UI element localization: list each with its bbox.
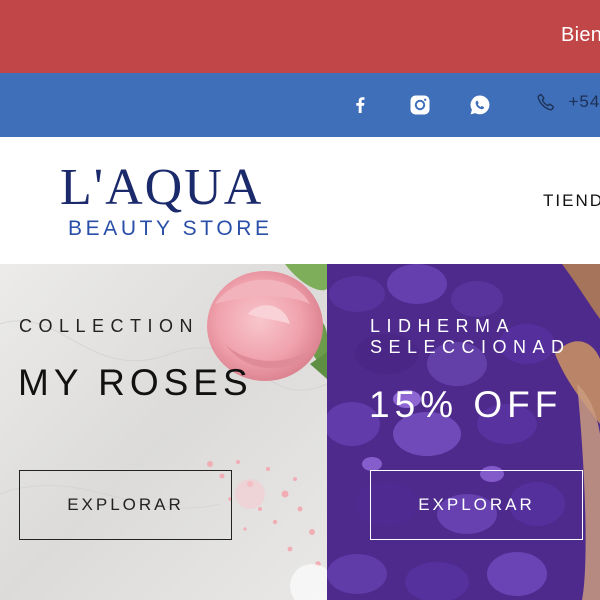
banner-lidherma[interactable]: LIDHERMA SELECCIONAD 15% OFF EXPLORAR (327, 264, 600, 600)
roses-banner-image (0, 264, 327, 600)
announcement-text: Bien (561, 24, 600, 46)
banner-title: MY ROSES (18, 362, 253, 403)
whatsapp-icon[interactable] (468, 93, 492, 117)
logo-wordmark: L'AQUA (60, 159, 264, 216)
banner-my-roses[interactable]: COLLECTION MY ROSES EXPLORAR (0, 264, 327, 600)
explorar-button[interactable]: EXPLORAR (370, 470, 583, 540)
phone-icon (536, 92, 556, 112)
announcement-bar: Bien (0, 0, 600, 73)
petals-banner-image (327, 264, 600, 600)
phone-contact[interactable]: +54 (536, 92, 600, 118)
instagram-icon[interactable] (408, 93, 432, 117)
site-header: L'AQUA BEAUTY STORE TIEND (0, 137, 600, 264)
banner-overline: COLLECTION (19, 316, 200, 336)
nav-item-tienda[interactable]: TIEND (543, 191, 600, 211)
explorar-button[interactable]: EXPLORAR (19, 470, 232, 540)
logo-tagline: BEAUTY STORE (68, 217, 273, 240)
phone-number: +54 (568, 92, 600, 111)
facebook-icon[interactable] (348, 93, 372, 117)
banner-title: 15% OFF (369, 384, 563, 425)
social-bar: +54 (0, 73, 600, 137)
banner-overline: LIDHERMA SELECCIONAD (370, 316, 571, 357)
store-logo[interactable]: L'AQUA BEAUTY STORE (58, 159, 308, 241)
